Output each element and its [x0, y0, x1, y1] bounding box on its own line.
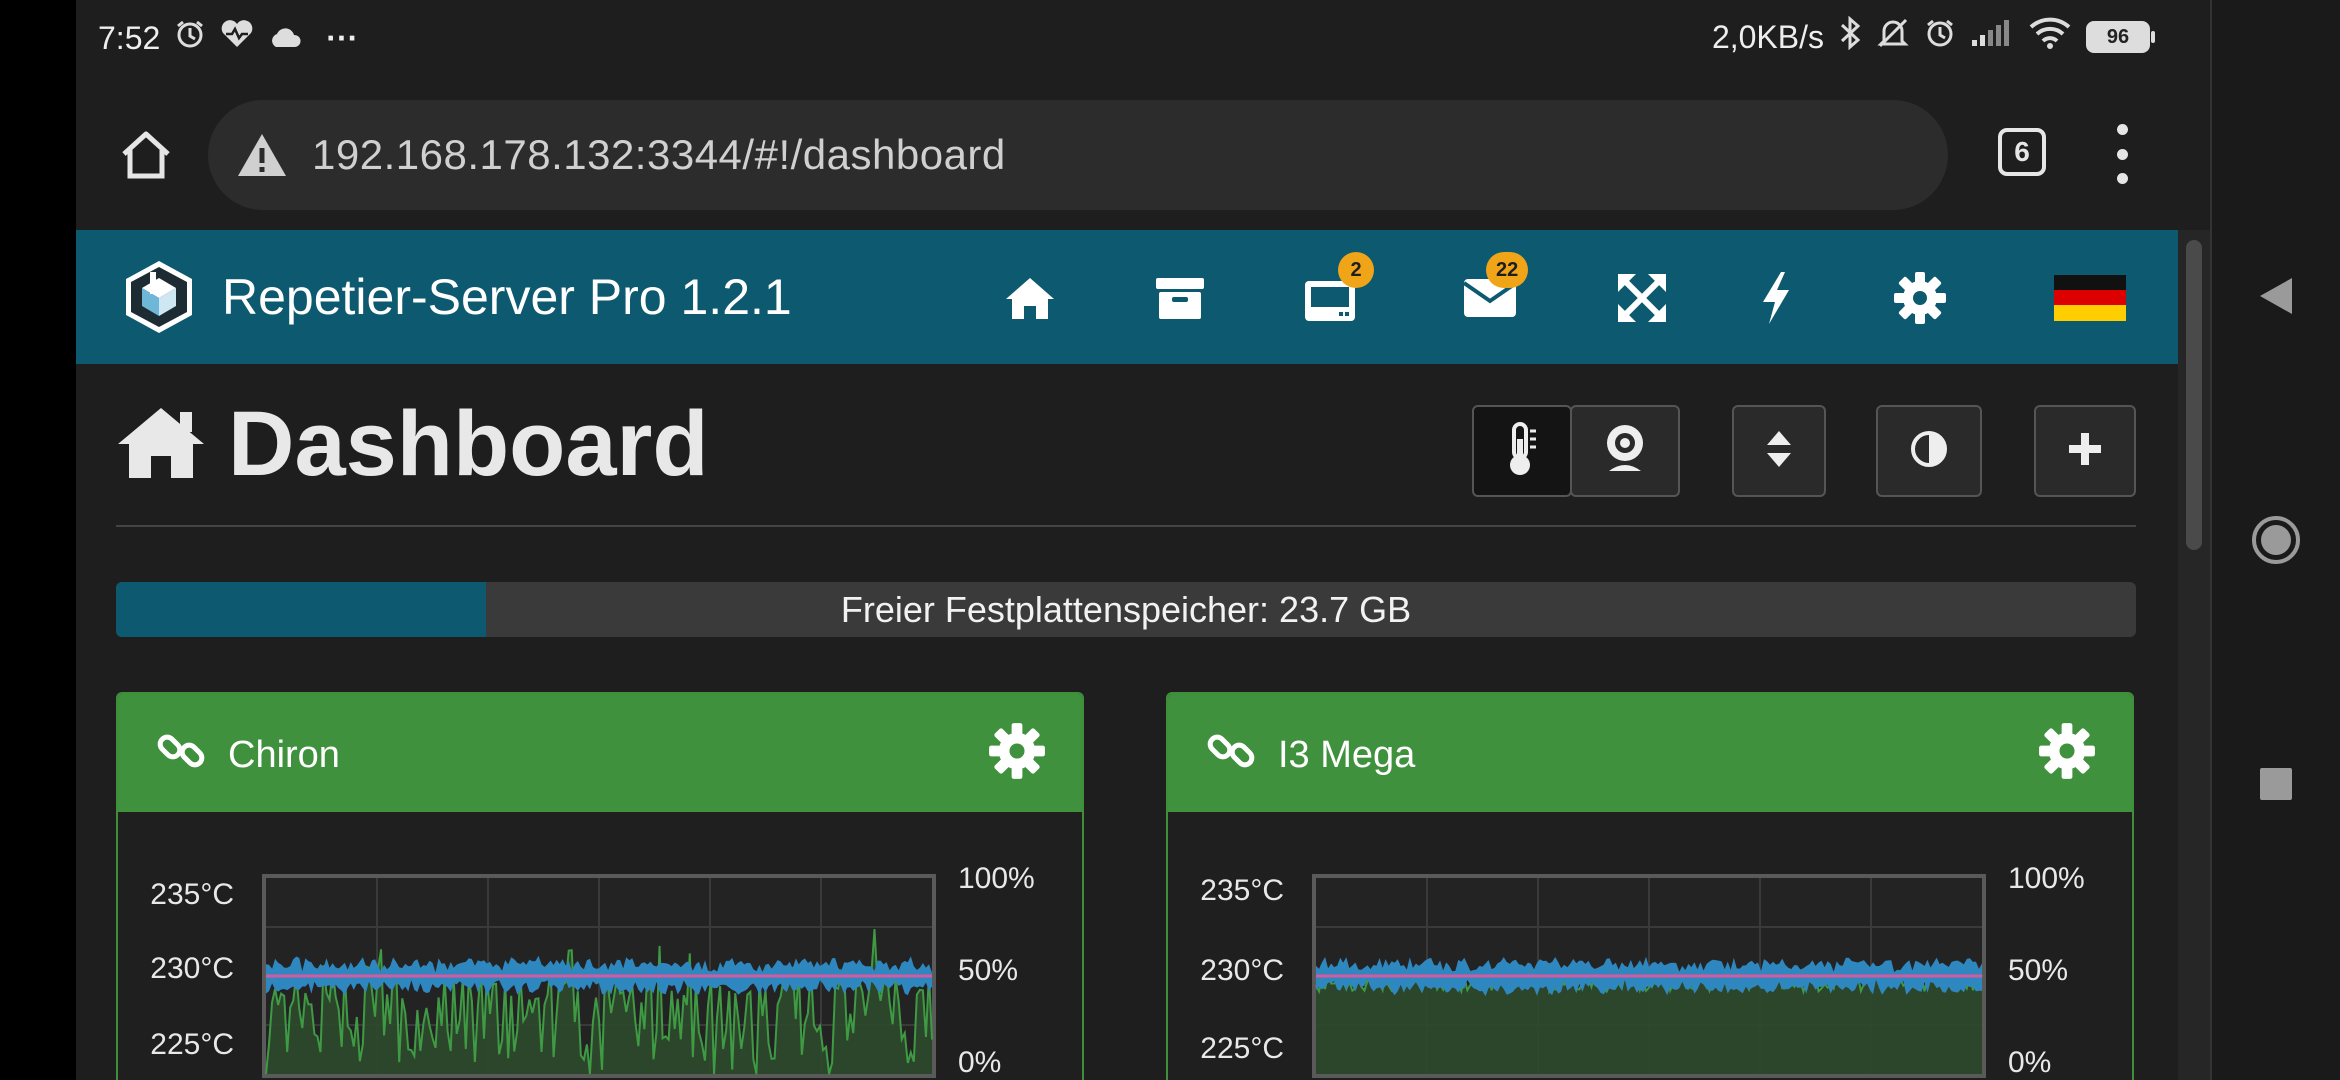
contrast-button[interactable] [1876, 405, 1982, 497]
gear-icon[interactable] [2038, 722, 2096, 785]
status-bar: 7:52 ··· 2,0KB/s 96 [76, 0, 2210, 76]
signal-icon [1970, 18, 2014, 56]
printer-name[interactable]: Chiron [228, 734, 340, 777]
page-scrollbar[interactable] [2178, 230, 2210, 1080]
printer-card-chiron: Chiron 235°C 230°C 225°C 100% 50% 0% [116, 692, 1084, 1080]
pct-tick-top: 100% [2008, 862, 2085, 895]
pct-tick-mid: 50% [958, 954, 1019, 987]
envelope-icon[interactable]: 22 [1458, 252, 1529, 330]
printer-card-header[interactable]: Chiron [118, 694, 1082, 812]
german-flag-icon[interactable] [2052, 266, 2128, 330]
app-title[interactable]: Repetier-Server Pro 1.2.1 [222, 268, 792, 326]
webcam-view-button[interactable] [1570, 405, 1680, 497]
messages-badge: 22 [1486, 252, 1529, 288]
pct-tick-bottom: 0% [958, 1046, 1002, 1079]
link-icon [1206, 726, 1256, 781]
page-title: Dashboard [116, 392, 709, 497]
disk-space-bar: Freier Festplattenspeicher: 23.7 GB [116, 582, 2136, 637]
temp-tick-top: 235°C [1200, 874, 1284, 907]
heart-icon [220, 19, 254, 57]
status-left: 7:52 ··· [98, 18, 358, 58]
temp-tick-bottom: 225°C [1200, 1032, 1284, 1065]
scrollbar-thumb[interactable] [2186, 240, 2202, 550]
bluetooth-icon [1838, 15, 1862, 58]
printer-icon[interactable]: 2 [1298, 252, 1374, 330]
system-nav-bar [2212, 0, 2340, 1080]
printers-badge: 2 [1338, 252, 1374, 288]
browser-toolbar: 192.168.178.132:3344/#!/dashboard 6 [76, 76, 2210, 228]
sort-icon [1765, 429, 1793, 474]
bolt-icon[interactable] [1744, 266, 1808, 330]
browser-home-button[interactable] [112, 120, 180, 188]
net-speed: 2,0KB/s [1711, 18, 1824, 55]
contrast-icon [1910, 430, 1948, 473]
back-icon[interactable] [2212, 256, 2340, 336]
tab-switcher-button[interactable]: 6 [1998, 128, 2046, 176]
browser-menu-button[interactable] [2110, 124, 2134, 184]
status-overflow: ··· [326, 19, 359, 56]
status-right: 2,0KB/s 96 [1711, 15, 2155, 58]
wifi-icon [2028, 16, 2072, 58]
temperature-view-button[interactable] [1472, 405, 1572, 497]
temp-tick-mid: 230°C [1200, 954, 1284, 987]
dashboard-title: Dashboard [228, 393, 709, 495]
url-text[interactable]: 192.168.178.132:3344/#!/dashboard [312, 131, 1006, 179]
alarm-icon [174, 18, 206, 58]
temp-tick-bottom: 225°C [150, 1028, 234, 1061]
temp-tick-mid: 230°C [150, 952, 234, 985]
home-icon [116, 404, 206, 485]
printer-card-i3-mega: I3 Mega 235°C 230°C 225°C 100% 50% 0% [1166, 692, 2134, 1080]
battery-icon: 96 [2086, 21, 2155, 53]
recents-icon[interactable] [2212, 744, 2340, 824]
add-widget-button[interactable] [2034, 405, 2136, 497]
alarm-icon [1924, 17, 1956, 57]
disk-space-label: Freier Festplattenspeicher: 23.7 GB [840, 589, 1412, 630]
temperature-chart [262, 874, 936, 1078]
status-time: 7:52 [98, 19, 161, 56]
app-header: Repetier-Server Pro 1.2.1 2 22 [76, 230, 2178, 364]
gear-icon[interactable] [1888, 266, 1952, 330]
printer-name[interactable]: I3 Mega [1278, 734, 1415, 777]
warning-icon[interactable] [236, 129, 288, 181]
expand-icon[interactable] [1610, 266, 1674, 330]
bell-muted-icon [1876, 16, 1910, 58]
home-icon[interactable] [998, 266, 1062, 330]
archive-icon[interactable] [1148, 266, 1212, 330]
temperature-chart [1312, 874, 1986, 1078]
address-bar[interactable]: 192.168.178.132:3344/#!/dashboard [208, 100, 1948, 210]
thermometer-icon [1502, 421, 1542, 482]
phone-screen: 7:52 ··· 2,0KB/s 96 192.168.178.132:3344… [76, 0, 2210, 1080]
printer-card-header[interactable]: I3 Mega [1168, 694, 2132, 812]
cloud-icon [268, 20, 302, 57]
pct-tick-bottom: 0% [2008, 1046, 2052, 1079]
link-icon [156, 726, 206, 781]
gear-icon[interactable] [988, 722, 1046, 785]
home-circle-icon[interactable] [2212, 500, 2340, 580]
sort-button[interactable] [1732, 405, 1826, 497]
repetier-logo[interactable] [120, 258, 198, 336]
temp-tick-top: 235°C [150, 878, 234, 911]
pct-tick-mid: 50% [2008, 954, 2069, 987]
pct-tick-top: 100% [958, 862, 1035, 895]
title-divider [116, 525, 2136, 527]
webcam-icon [1601, 423, 1649, 480]
plus-icon [2067, 431, 2103, 472]
